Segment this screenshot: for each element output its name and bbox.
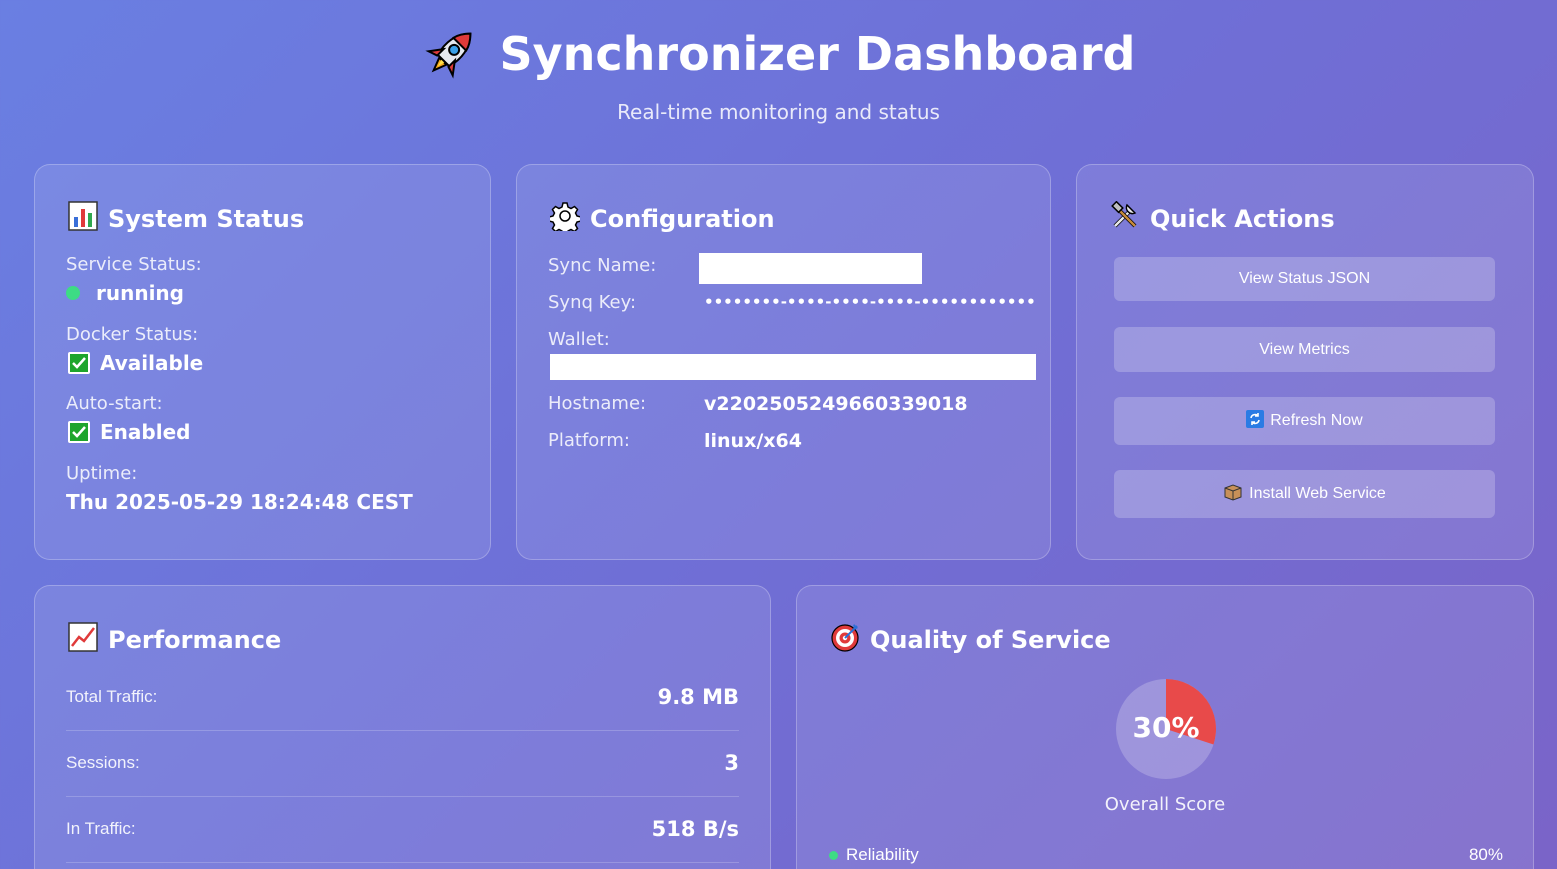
configuration-heading: Configuration [590, 205, 775, 233]
performance-row-sessions: Sessions: 3 [66, 730, 739, 797]
page-title: Synchronizer Dashboard [499, 27, 1136, 81]
uptime-label: Uptime: [66, 463, 138, 484]
wallet-label: Wallet: [548, 329, 610, 350]
service-status-label: Service Status: [66, 254, 202, 275]
performance-card: Performance Total Traffic: 9.8 MB Sessio… [34, 585, 771, 869]
service-status-value: running [96, 281, 184, 305]
chart-increasing-icon [68, 622, 98, 658]
reliability-label: Reliability [846, 845, 919, 864]
reliability-label-wrap: Reliability [829, 845, 919, 865]
sessions-value: 3 [724, 751, 739, 775]
check-mark-icon [68, 352, 90, 374]
performance-heading: Performance [108, 626, 282, 654]
sessions-label: Sessions: [66, 753, 140, 772]
rocket-icon [422, 22, 482, 86]
autostart-row: Enabled [68, 420, 190, 444]
check-mark-icon [68, 421, 90, 443]
install-web-service-button[interactable]: Install Web Service [1114, 470, 1495, 518]
hostname-label: Hostname: [548, 393, 647, 414]
system-status-title: System Status [68, 201, 304, 237]
performance-title: Performance [68, 622, 281, 658]
sync-name-label: Sync Name: [548, 255, 657, 276]
synq-key-label: Synq Key: [548, 292, 637, 313]
refresh-icon [1246, 409, 1265, 433]
reliability-value: 80% [1468, 845, 1503, 864]
overall-score-gauge: 30% [1115, 678, 1217, 780]
autostart-label: Auto-start: [66, 393, 163, 414]
sync-name-redacted-value [699, 253, 922, 284]
performance-row-in-traffic: In Traffic: 518 B/s [66, 796, 739, 863]
docker-status-row: Available [68, 351, 203, 375]
view-metrics-button[interactable]: View Metrics [1114, 327, 1495, 372]
gear-icon [548, 201, 582, 237]
target-icon [830, 622, 860, 658]
quality-of-service-card: Quality of Service 30% Overall Score Rel… [796, 585, 1534, 869]
autostart-value: Enabled [100, 420, 191, 444]
performance-row-total-traffic: Total Traffic: 9.8 MB [66, 664, 739, 731]
configuration-title: Configuration [548, 201, 775, 237]
synq-key-value: ••••••••-••••-••••-••••-•••••••••••• [704, 293, 1036, 311]
view-metrics-label: View Metrics [1259, 340, 1350, 358]
in-traffic-value: 518 B/s [651, 817, 739, 841]
tools-icon [1110, 200, 1140, 237]
quick-actions-title: Quick Actions [1110, 200, 1335, 237]
wallet-redacted-value [550, 354, 1036, 380]
docker-status-value: Available [100, 351, 204, 375]
quick-actions-card: Quick Actions View Status JSON View Metr… [1076, 164, 1534, 560]
refresh-now-label: Refresh Now [1270, 412, 1363, 429]
platform-label: Platform: [548, 430, 630, 451]
page-header: Synchronizer Dashboard [0, 22, 1557, 86]
view-status-json-label: View Status JSON [1238, 270, 1371, 287]
total-traffic-value: 9.8 MB [657, 685, 739, 709]
uptime-value: Thu 2025-05-29 18:24:48 CEST [66, 490, 413, 514]
hostname-value: v2202505249660339018 [704, 393, 968, 415]
reliability-row: Reliability 80% [829, 845, 1503, 865]
platform-value: linux/x64 [704, 430, 802, 452]
system-status-heading: System Status [108, 205, 305, 233]
quality-of-service-heading: Quality of Service [870, 626, 1111, 654]
in-traffic-label: In Traffic: [66, 819, 136, 838]
install-web-service-label: Install Web Service [1249, 485, 1386, 502]
system-status-card: System Status Service Status: running Do… [34, 164, 491, 560]
configuration-card: Configuration Sync Name: Synq Key: •••••… [516, 164, 1051, 560]
total-traffic-label: Total Traffic: [66, 687, 158, 706]
page-subtitle: Real-time monitoring and status [617, 100, 940, 124]
view-status-json-button[interactable]: View Status JSON [1114, 257, 1495, 301]
docker-status-label: Docker Status: [66, 324, 199, 345]
overall-score-label: Overall Score [1104, 794, 1226, 815]
quality-of-service-title: Quality of Service [830, 622, 1111, 658]
package-icon [1223, 482, 1243, 507]
reliability-dot-icon [829, 850, 838, 860]
quick-actions-heading: Quick Actions [1150, 205, 1335, 233]
service-status-row: running [66, 281, 184, 305]
bar-chart-icon [68, 201, 98, 237]
refresh-now-button[interactable]: Refresh Now [1114, 397, 1495, 445]
status-dot-icon [66, 286, 80, 300]
overall-score-value: 30% [1132, 711, 1200, 744]
